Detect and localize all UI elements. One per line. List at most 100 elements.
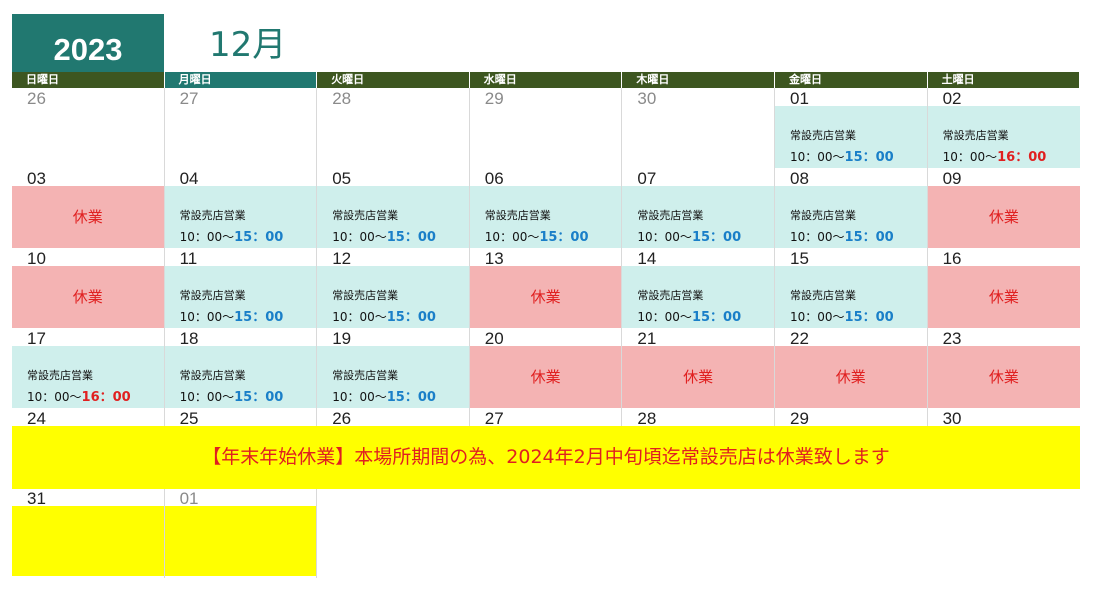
hours-start: 10：00～ — [790, 310, 845, 324]
open-block: 常設売店営業 10：00～15：00 — [775, 106, 927, 168]
open-block: 常設売店営業 10：00～16：00 — [927, 106, 1081, 168]
shop-open-label: 常設売店営業 — [637, 289, 704, 302]
day-cell: 14 常設売店営業 10：00～15：00 — [622, 248, 775, 328]
opening-hours: 10：00～15：00 — [790, 226, 894, 245]
open-block: 常設売店営業 10：00～15：00 — [317, 266, 469, 328]
shop-open-label: 常設売店営業 — [332, 289, 399, 302]
day-cell: 16 休業 — [927, 248, 1081, 328]
shop-open-label: 常設売店営業 — [637, 209, 704, 222]
shop-open-label: 常設売店営業 — [484, 209, 551, 222]
calendar-page: 2023 12月 日曜日 月曜日 火曜日 水曜日 木曜日 金曜日 土曜日 26 27 28 29 3… — [0, 0, 1097, 594]
open-block: 常設売店営業 10：00～15：00 — [164, 186, 317, 248]
hours-start: 10：00～ — [942, 150, 998, 164]
closed-block: 休業 — [12, 266, 164, 328]
day-cell: 06 常設売店営業 10：00～15：00 — [469, 168, 623, 248]
open-block: 常設売店営業 10：00～16：00 — [12, 346, 164, 408]
opening-hours: 10：00～15：00 — [180, 306, 284, 325]
hours-end: 15：00 — [844, 230, 894, 245]
closed-block: 休業 — [12, 186, 164, 248]
closed-block: 休業 — [469, 346, 622, 408]
open-block: 常設売店営業 10：00～15：00 — [775, 186, 927, 248]
opening-hours: 10：00～16：00 — [27, 386, 131, 405]
day-number: 27 — [179, 89, 199, 108]
closed-block: 休業 — [469, 266, 622, 328]
day-cell: 13 休業 — [469, 248, 623, 328]
shop-open-label: 常設売店営業 — [942, 129, 1009, 142]
hours-start: 10：00～ — [179, 310, 235, 324]
open-block: 常設売店営業 10：00～15：00 — [469, 186, 622, 248]
shop-open-label: 常設売店営業 — [332, 209, 399, 222]
day-cell: 12 常設売店営業 10：00～15：00 — [317, 248, 470, 328]
open-block: 常設売店営業 10：00～15：00 — [622, 266, 774, 328]
day-cell: 17 常設売店営業 10：00～16：00 — [12, 328, 165, 408]
closed-label: 休業 — [988, 288, 1019, 306]
open-block: 常設売店営業 10：00～15：00 — [317, 186, 469, 248]
month-title: 12月 — [209, 25, 287, 65]
day-cell: 01 常設売店営業 10：00～15：00 — [775, 88, 928, 168]
day-cell: 02 常設売店営業 10：00～16：00 — [927, 88, 1081, 168]
hours-end: 16：00 — [81, 390, 131, 405]
opening-hours: 10：00～15：00 — [637, 226, 741, 245]
day-cell: 05 常設売店営業 10：00～15：00 — [317, 168, 470, 248]
opening-hours: 10：00～16：00 — [943, 146, 1047, 165]
hours-start: 10：00～ — [179, 390, 235, 404]
hours-end: 15：00 — [386, 230, 436, 245]
opening-hours: 10：00～15：00 — [332, 386, 436, 405]
opening-hours: 10：00～15：00 — [637, 306, 741, 325]
open-block: 常設売店営業 10：00～15：00 — [164, 266, 317, 328]
hours-end: 15：00 — [234, 390, 284, 405]
hours-end: 15：00 — [234, 230, 284, 245]
opening-hours: 10：00～15：00 — [790, 306, 894, 325]
day-cell: 28 — [317, 88, 470, 168]
day-number: 28 — [332, 89, 352, 108]
hours-start: 10：00～ — [179, 230, 235, 244]
hours-start: 10：00～ — [790, 230, 845, 244]
day-cell: 04 常設売店営業 10：00～15：00 — [164, 168, 318, 248]
hours-start: 10：00～ — [637, 230, 692, 244]
day-cell: 08 常設売店営業 10：00～15：00 — [775, 168, 928, 248]
hours-end: 15：00 — [386, 390, 436, 405]
weekday-label: 水曜日 — [469, 72, 622, 88]
open-block: 常設売店営業 10：00～15：00 — [317, 346, 469, 408]
weekday-label: 月曜日 — [164, 72, 317, 88]
closed-block: 休業 — [927, 346, 1081, 408]
closed-label: 休業 — [72, 288, 103, 306]
hours-start: 10：00～ — [332, 390, 387, 404]
weekday-label: 木曜日 — [622, 72, 774, 88]
day-cell: 15 常設売店営業 10：00～15：00 — [775, 248, 928, 328]
day-cell: 27 — [165, 88, 318, 168]
day-cell: 26 — [12, 88, 165, 168]
shop-open-label: 常設売店営業 — [790, 289, 856, 302]
day-number: 26 — [27, 89, 46, 108]
highlight-block — [12, 506, 164, 576]
day-cell: 30 — [622, 88, 775, 168]
weekday-label: 土曜日 — [927, 72, 1080, 88]
closed-label: 休業 — [530, 368, 561, 386]
hours-end: 15：00 — [844, 310, 894, 325]
hours-start: 10：00～ — [332, 230, 387, 244]
day-cell: 10 休業 — [12, 248, 165, 328]
weekday-label: 火曜日 — [317, 72, 469, 88]
hours-start: 10：00～ — [637, 310, 692, 324]
day-cell: 07 常設売店営業 10：00～15：00 — [622, 168, 775, 248]
closure-notice: 【年末年始休業】本場所期間の為、2024年2月中旬頃迄常設売店は休業致します — [12, 426, 1080, 489]
year-badge: 2023 — [12, 14, 164, 72]
closed-label: 休業 — [988, 208, 1019, 226]
hours-end: 16：00 — [997, 150, 1047, 165]
day-cell: 01 — [164, 488, 318, 578]
day-number: 30 — [637, 89, 657, 108]
hours-end: 15：00 — [844, 150, 894, 165]
opening-hours: 10：00～15：00 — [332, 226, 436, 245]
shop-open-label: 常設売店営業 — [179, 209, 246, 222]
shop-open-label: 常設売店営業 — [790, 209, 856, 222]
open-block: 常設売店営業 10：00～15：00 — [164, 346, 317, 408]
hours-end: 15：00 — [386, 310, 436, 325]
hours-start: 10：00～ — [484, 230, 540, 244]
closed-label: 休業 — [683, 368, 714, 386]
day-cell: 20 休業 — [469, 328, 623, 408]
opening-hours: 10：00～15：00 — [485, 226, 589, 245]
closed-label: 休業 — [72, 208, 103, 226]
day-number: 29 — [484, 89, 504, 108]
closed-block: 休業 — [927, 186, 1081, 248]
opening-hours: 10：00～15：00 — [180, 226, 284, 245]
